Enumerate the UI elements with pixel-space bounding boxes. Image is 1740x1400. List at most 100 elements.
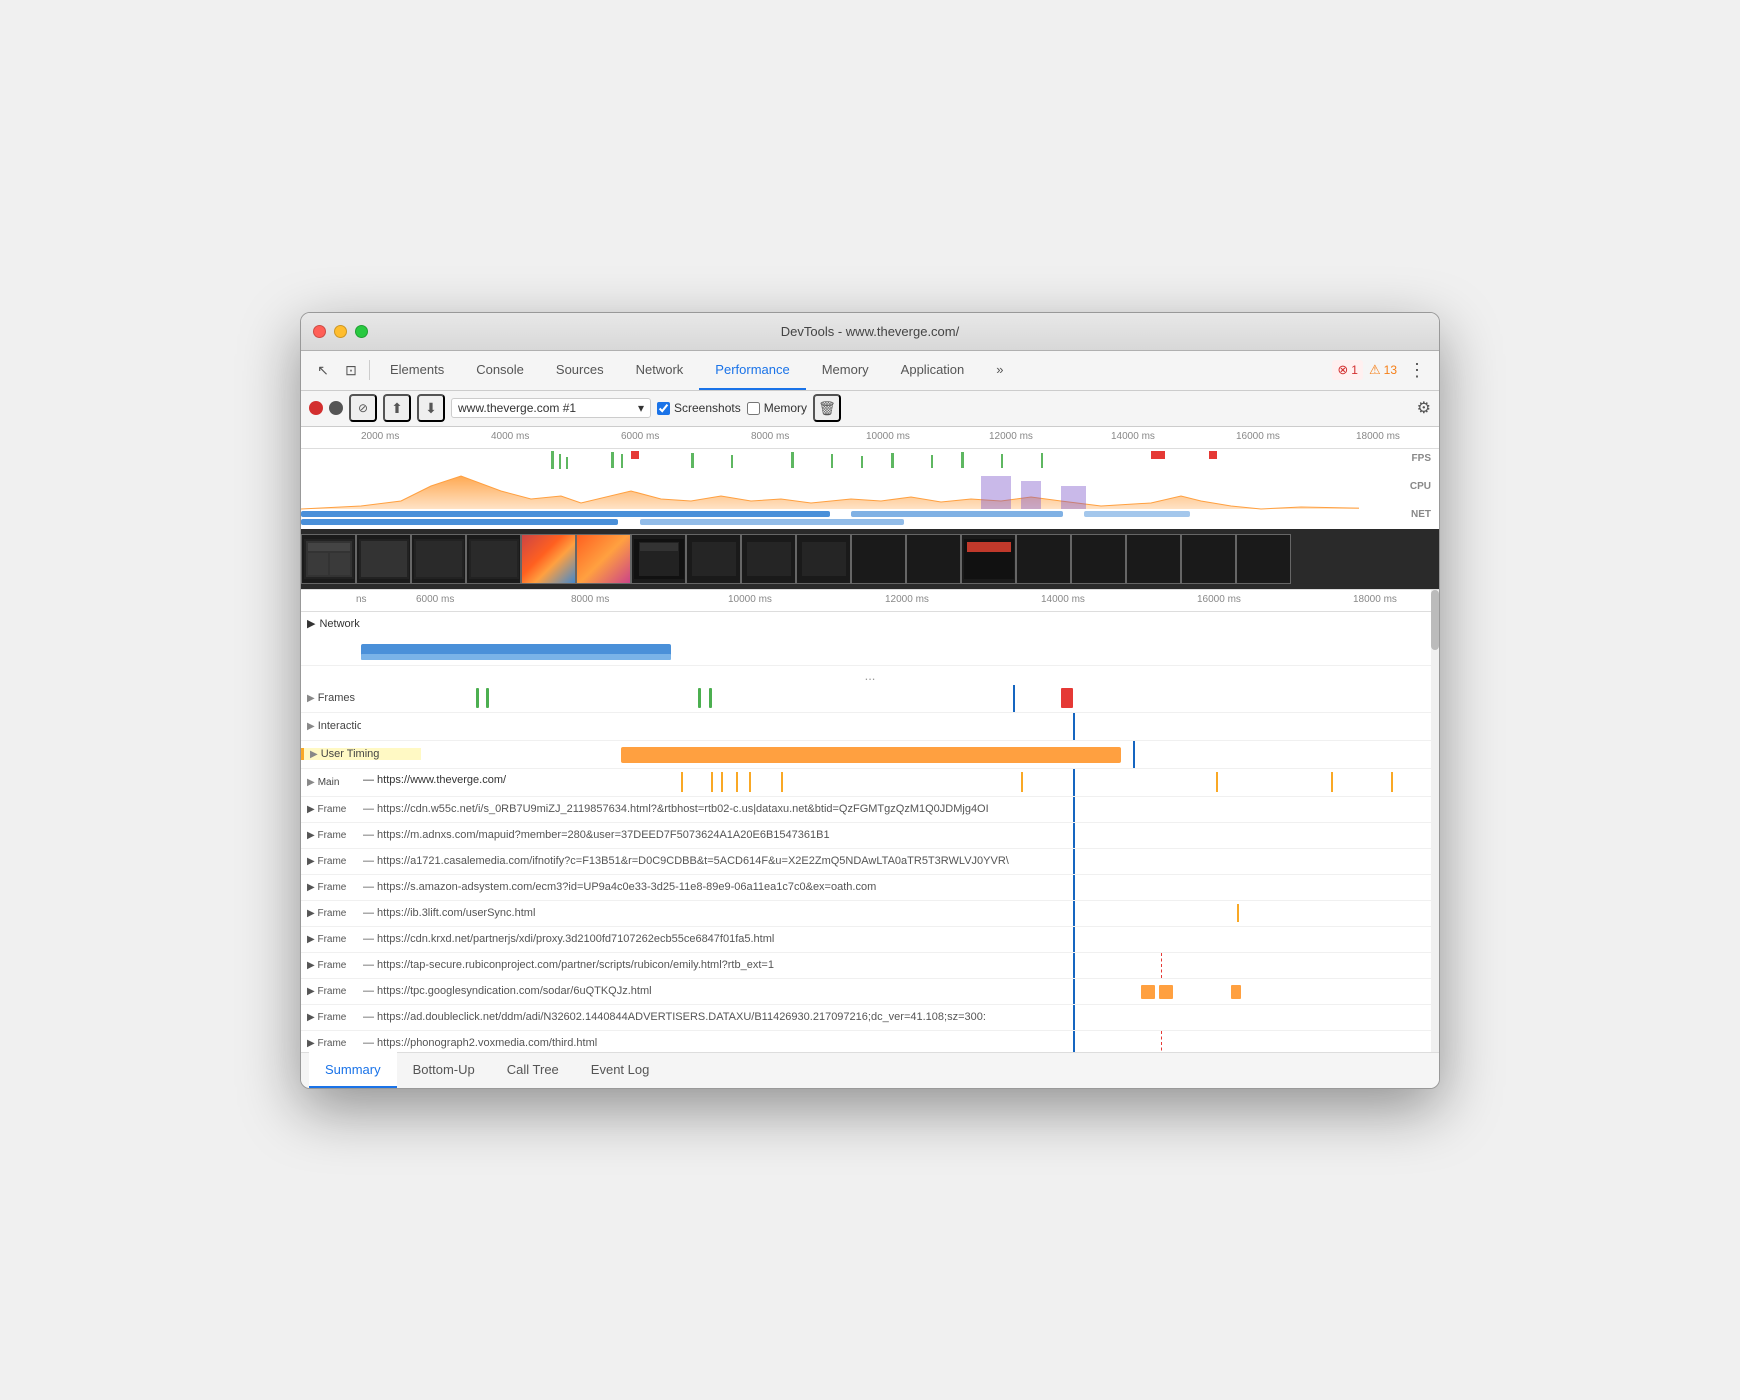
frame-content-8: — https://tpc.googlesyndication.com/soda…	[361, 979, 1439, 1004]
frames-row[interactable]: ▶ Frames	[301, 685, 1439, 713]
tab-elements[interactable]: Elements	[374, 350, 460, 390]
frame-row-7[interactable]: ▶ Frame — https://tap-secure.rubiconproj…	[301, 953, 1439, 979]
tab-event-log[interactable]: Event Log	[575, 1052, 666, 1088]
screenshot-thumb[interactable]	[576, 534, 631, 584]
frame-row-1[interactable]: ▶ Frame — https://cdn.w55c.net/i/s_0RB7U…	[301, 797, 1439, 823]
blue-cursor-line	[1073, 769, 1075, 796]
ruler-mark-1: 2000 ms	[361, 431, 399, 442]
blue-cursor-line	[1073, 979, 1075, 1004]
frame-row-5[interactable]: ▶ Frame — https://ib.3lift.com/userSync.…	[301, 901, 1439, 927]
screenshots-checkbox-label[interactable]: Screenshots	[657, 401, 741, 415]
main-tick	[781, 772, 783, 792]
memory-checkbox[interactable]	[747, 402, 760, 415]
blue-cursor-line	[1133, 741, 1135, 768]
frame-row-8[interactable]: ▶ Frame — https://tpc.googlesyndication.…	[301, 979, 1439, 1005]
reload-record-button[interactable]	[329, 401, 343, 415]
tab-memory[interactable]: Memory	[806, 350, 885, 390]
stop-button[interactable]: ⊘	[349, 394, 377, 422]
user-timing-bar	[621, 747, 1121, 763]
screenshots-strip	[301, 529, 1439, 589]
time-mark-12000: 12000 ms	[885, 594, 929, 605]
tab-bottom-up[interactable]: Bottom-Up	[397, 1052, 491, 1088]
main-tick	[711, 772, 713, 792]
frame-tick	[709, 688, 712, 708]
ruler-mark-4: 8000 ms	[751, 431, 789, 442]
main-tick	[681, 772, 683, 792]
cursor-icon[interactable]: ↖	[309, 356, 337, 384]
tab-application[interactable]: Application	[885, 350, 981, 390]
screenshot-thumb[interactable]	[906, 534, 961, 584]
url-selector[interactable]: www.theverge.com #1 ▾	[451, 398, 651, 418]
tab-console[interactable]: Console	[460, 350, 540, 390]
tab-sources[interactable]: Sources	[540, 350, 620, 390]
trash-button[interactable]: 🗑	[813, 394, 841, 422]
minimize-button[interactable]	[334, 325, 347, 338]
tab-network[interactable]: Network	[620, 350, 700, 390]
frame-row-6[interactable]: ▶ Frame — https://cdn.krxd.net/partnerjs…	[301, 927, 1439, 953]
close-button[interactable]	[313, 325, 326, 338]
settings-button[interactable]: ⚙	[1417, 398, 1431, 418]
user-timing-arrow: ▶	[310, 749, 318, 760]
blue-cursor-line	[1073, 901, 1075, 926]
screenshot-thumb[interactable]	[796, 534, 851, 584]
frame-row-3[interactable]: ▶ Frame — https://a1721.casalemedia.com/…	[301, 849, 1439, 875]
frame-label-3: ▶ Frame	[301, 856, 361, 867]
screenshot-thumb[interactable]	[411, 534, 466, 584]
frame-label-10: ▶ Frame	[301, 1038, 361, 1049]
frame-content-9: — https://ad.doubleclick.net/ddm/adi/N32…	[361, 1005, 1439, 1030]
network-row-label[interactable]: ▶ Network	[301, 612, 1439, 636]
main-tick	[1021, 772, 1023, 792]
frame-label-9: ▶ Frame	[301, 1012, 361, 1023]
upload-button[interactable]: ⬆	[383, 394, 411, 422]
tab-summary[interactable]: Summary	[309, 1052, 397, 1088]
maximize-button[interactable]	[355, 325, 368, 338]
error-count[interactable]: ⊗ 1	[1332, 360, 1363, 380]
frame-row-9[interactable]: ▶ Frame — https://ad.doubleclick.net/ddm…	[301, 1005, 1439, 1031]
screenshot-thumb[interactable]	[466, 534, 521, 584]
main-row[interactable]: ▶ Main — https://www.theverge.com/	[301, 769, 1439, 797]
frame-url-6: — https://cdn.krxd.net/partnerjs/xdi/pro…	[363, 933, 774, 945]
tab-more[interactable]: »	[980, 350, 1019, 390]
layers-icon[interactable]: ⊡	[337, 356, 365, 384]
time-ruler-secondary: ns 6000 ms 8000 ms 10000 ms 12000 ms 140…	[301, 590, 1439, 612]
screenshot-thumb[interactable]	[1181, 534, 1236, 584]
frame-label-2: ▶ Frame	[301, 830, 361, 841]
frame-content-10: — https://phonograph2.voxmedia.com/third…	[361, 1031, 1439, 1052]
nav-toolbar: ↖ ⊡ Elements Console Sources Network Per…	[301, 351, 1439, 391]
screenshot-thumb[interactable]	[1236, 534, 1291, 584]
screenshot-thumb[interactable]	[741, 534, 796, 584]
screenshot-thumb[interactable]	[631, 534, 686, 584]
frame-content-3: — https://a1721.casalemedia.com/ifnotify…	[361, 849, 1439, 874]
memory-checkbox-label[interactable]: Memory	[747, 401, 807, 415]
screenshot-thumb[interactable]	[851, 534, 906, 584]
user-timing-row[interactable]: ▶ User Timing	[301, 741, 1439, 769]
tab-call-tree[interactable]: Call Tree	[491, 1052, 575, 1088]
memory-label: Memory	[764, 401, 807, 415]
screenshot-thumb[interactable]	[521, 534, 576, 584]
frame-row-2[interactable]: ▶ Frame — https://m.adnxs.com/mapuid?mem…	[301, 823, 1439, 849]
screenshot-thumb[interactable]	[1016, 534, 1071, 584]
screenshot-thumb[interactable]	[356, 534, 411, 584]
download-button[interactable]: ⬇	[417, 394, 445, 422]
frame-label-6: ▶ Frame	[301, 934, 361, 945]
more-icon[interactable]: ⋮	[1403, 356, 1431, 384]
error-number: 1	[1351, 363, 1358, 377]
frame-row-10[interactable]: ▶ Frame — https://phonograph2.voxmedia.c…	[301, 1031, 1439, 1052]
scrollbar-thumb[interactable]	[1431, 590, 1439, 650]
tab-performance[interactable]: Performance	[699, 350, 805, 390]
screenshot-thumb[interactable]	[1126, 534, 1181, 584]
interactions-text: Interactions	[318, 720, 361, 732]
screenshots-checkbox[interactable]	[657, 402, 670, 415]
frame-row-4[interactable]: ▶ Frame — https://s.amazon-adsystem.com/…	[301, 875, 1439, 901]
frame-content-1: — https://cdn.w55c.net/i/s_0RB7U9miZJ_21…	[361, 797, 1439, 822]
main-tick	[721, 772, 723, 792]
screenshot-thumb[interactable]	[686, 534, 741, 584]
interactions-row[interactable]: ▶ Interactions	[301, 713, 1439, 741]
scrollbar-track[interactable]	[1431, 590, 1439, 1052]
screenshot-thumb[interactable]	[301, 534, 356, 584]
warning-count[interactable]: ⚠ 13	[1369, 362, 1397, 378]
screenshot-thumb[interactable]	[961, 534, 1016, 584]
screenshot-thumb[interactable]	[1071, 534, 1126, 584]
frame-url-1: — https://cdn.w55c.net/i/s_0RB7U9miZJ_21…	[363, 803, 989, 815]
record-button[interactable]	[309, 401, 323, 415]
